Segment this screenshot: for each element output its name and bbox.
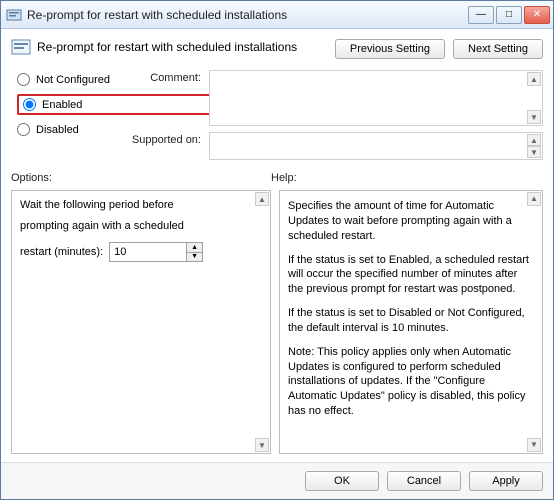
- supported-scrollbar[interactable]: ▲ ▼: [527, 134, 541, 158]
- section-labels: Options: Help:: [11, 172, 543, 184]
- spin-buttons: ▲ ▼: [186, 243, 202, 261]
- radio-not-configured-input[interactable]: [17, 73, 30, 86]
- minimize-button[interactable]: —: [468, 6, 494, 24]
- radio-enabled-input[interactable]: [23, 98, 36, 111]
- maximize-button[interactable]: □: [496, 6, 522, 24]
- window-title: Re-prompt for restart with scheduled ins…: [27, 8, 468, 22]
- help-paragraph: If the status is set to Disabled or Not …: [288, 306, 534, 336]
- scroll-up-icon[interactable]: ▲: [527, 72, 541, 86]
- title-bar: Re-prompt for restart with scheduled ins…: [1, 1, 553, 29]
- comment-row: Comment: ▲ ▼: [121, 70, 543, 126]
- help-paragraph: If the status is set to Enabled, a sched…: [288, 253, 534, 298]
- radio-disabled-label: Disabled: [36, 124, 79, 136]
- content-area: Re-prompt for restart with scheduled ins…: [1, 29, 553, 462]
- help-paragraph: Specifies the amount of time for Automat…: [288, 199, 534, 244]
- radio-not-configured-label: Not Configured: [36, 74, 110, 86]
- cancel-button[interactable]: Cancel: [387, 471, 461, 491]
- dialog-window: Re-prompt for restart with scheduled ins…: [0, 0, 554, 500]
- scroll-down-icon[interactable]: ▼: [527, 110, 541, 124]
- scroll-up-icon[interactable]: ▲: [527, 134, 541, 146]
- restart-minutes-input[interactable]: [110, 243, 186, 261]
- scroll-up-icon[interactable]: ▲: [255, 192, 269, 206]
- radio-enabled-label: Enabled: [42, 99, 82, 111]
- apply-button[interactable]: Apply: [469, 471, 543, 491]
- ok-button[interactable]: OK: [305, 471, 379, 491]
- window-buttons: — □ ✕: [468, 6, 553, 24]
- previous-setting-button[interactable]: Previous Setting: [335, 39, 445, 59]
- options-panel: Wait the following period before prompti…: [11, 190, 271, 454]
- radio-disabled-input[interactable]: [17, 123, 30, 136]
- scroll-down-icon[interactable]: ▼: [527, 438, 541, 452]
- comment-textarea[interactable]: ▲ ▼: [209, 70, 543, 126]
- scroll-down-icon[interactable]: ▼: [527, 146, 541, 158]
- policy-header-icon: [11, 37, 31, 57]
- comment-label: Comment:: [121, 70, 201, 126]
- help-scrollbar[interactable]: ▲ ▼: [527, 192, 541, 452]
- help-panel: Specifies the amount of time for Automat…: [279, 190, 543, 454]
- supported-textarea[interactable]: ▲ ▼: [209, 132, 543, 160]
- scroll-down-icon[interactable]: ▼: [255, 438, 269, 452]
- nav-buttons: Previous Setting Next Setting: [335, 39, 543, 59]
- help-paragraph: Note: This policy applies only when Auto…: [288, 345, 534, 419]
- spin-down-button[interactable]: ▼: [187, 253, 202, 262]
- next-setting-button[interactable]: Next Setting: [453, 39, 543, 59]
- supported-row: Supported on: ▲ ▼: [121, 132, 543, 160]
- policy-icon: [6, 7, 22, 23]
- panels: Wait the following period before prompti…: [11, 190, 543, 454]
- restart-minutes-spinbox[interactable]: ▲ ▼: [109, 242, 203, 262]
- scroll-up-icon[interactable]: ▲: [527, 192, 541, 206]
- dialog-title: Re-prompt for restart with scheduled ins…: [37, 40, 297, 54]
- supported-label: Supported on:: [121, 132, 201, 160]
- help-label: Help:: [271, 172, 297, 184]
- header-left: Re-prompt for restart with scheduled ins…: [11, 37, 297, 57]
- options-scrollbar[interactable]: ▲ ▼: [255, 192, 269, 452]
- options-text-line2: prompting again with a scheduled: [20, 220, 262, 232]
- restart-minutes-label: restart (minutes):: [20, 246, 103, 258]
- options-label: Options:: [11, 172, 271, 184]
- comment-scrollbar[interactable]: ▲ ▼: [527, 72, 541, 124]
- header-row: Re-prompt for restart with scheduled ins…: [11, 37, 543, 59]
- footer: OK Cancel Apply: [1, 462, 553, 499]
- options-text-line1: Wait the following period before: [20, 199, 262, 211]
- spin-up-button[interactable]: ▲: [187, 243, 202, 253]
- restart-minutes-row: restart (minutes): ▲ ▼: [20, 242, 262, 262]
- close-button[interactable]: ✕: [524, 6, 550, 24]
- radio-enabled[interactable]: Enabled: [23, 98, 82, 111]
